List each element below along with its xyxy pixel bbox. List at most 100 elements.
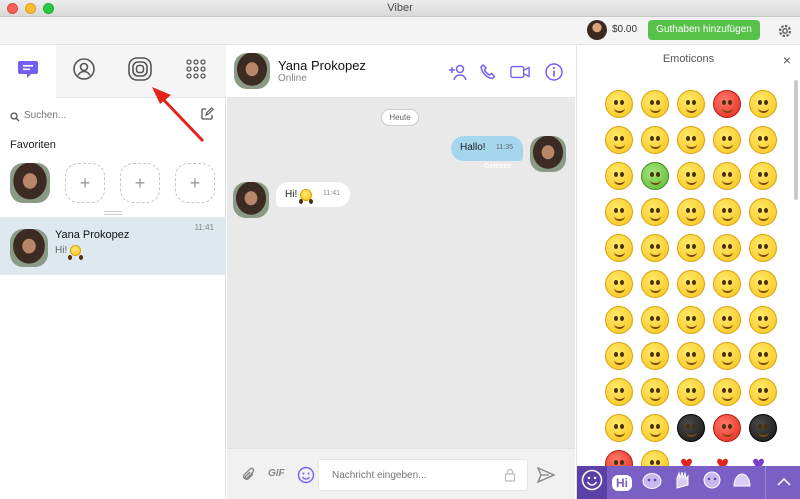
smug-emoji-icon[interactable] [673, 338, 709, 374]
conversation-header: Yana Prokopez Online [227, 45, 575, 98]
sad-emoji-icon[interactable] [601, 230, 637, 266]
sticker-icon [731, 470, 753, 495]
add-favorite-button[interactable]: + [120, 163, 160, 203]
message-input[interactable] [318, 459, 528, 491]
tearful-emoji-icon[interactable] [673, 374, 709, 410]
kiss-emoji-icon[interactable] [673, 266, 709, 302]
meh-emoji-icon[interactable] [745, 302, 781, 338]
surprised-emoji-icon[interactable] [673, 122, 709, 158]
smile-emoji-icon[interactable] [601, 86, 637, 122]
smirk-emoji-icon[interactable] [637, 194, 673, 230]
expand-tabs-button[interactable] [765, 466, 800, 499]
tab-sticker-pack-1[interactable] [637, 466, 667, 499]
message-text: Hallo! [460, 142, 486, 153]
teeth-emoji-icon[interactable] [709, 158, 745, 194]
tab-dialpad[interactable] [168, 45, 224, 98]
tired-emoji-icon[interactable] [637, 410, 673, 446]
tongue-out-emoji-icon[interactable] [673, 158, 709, 194]
neutral-emoji-icon[interactable] [637, 86, 673, 122]
worried-emoji-icon[interactable] [709, 194, 745, 230]
bored-emoji-icon[interactable] [709, 302, 745, 338]
ninja-emoji-icon[interactable] [673, 410, 709, 446]
close-icon[interactable]: × [783, 52, 791, 68]
gif-button[interactable]: GIF [268, 468, 285, 479]
music-emoji-icon[interactable] [709, 374, 745, 410]
laugh-emoji-icon[interactable] [637, 122, 673, 158]
tab-hi-stickers[interactable]: Hi [607, 466, 637, 499]
heart-eyes-emoji-icon[interactable] [745, 86, 781, 122]
rofl-emoji-icon[interactable] [637, 266, 673, 302]
cry-laugh-emoji-icon[interactable] [601, 266, 637, 302]
avatar [530, 136, 566, 172]
unamused-emoji-icon[interactable] [745, 194, 781, 230]
chat-list-item[interactable]: Yana Prokopez Hi! 11:41 [0, 217, 226, 275]
tab-public-accounts[interactable] [112, 45, 168, 98]
attachment-icon[interactable] [239, 465, 259, 485]
spiral-emoji-icon[interactable] [601, 302, 637, 338]
secret-lock-icon[interactable] [500, 465, 520, 485]
tab-sticker-pack-3[interactable] [697, 466, 727, 499]
read-receipt: Gelesen [484, 163, 512, 170]
avatar[interactable] [234, 53, 270, 89]
search-input[interactable] [24, 106, 194, 124]
nerd-emoji-icon[interactable] [673, 230, 709, 266]
tongue-emoji-icon[interactable] [601, 158, 637, 194]
vampire-emoji-icon[interactable] [601, 338, 637, 374]
tab-sticker-pack-2[interactable] [667, 466, 697, 499]
resize-handle[interactable] [104, 211, 122, 215]
plus-icon: + [79, 172, 91, 193]
sunglasses-emoji-icon[interactable] [745, 230, 781, 266]
spider-emoji-icon[interactable] [709, 410, 745, 446]
frown-emoji-icon[interactable] [745, 338, 781, 374]
big-grin-emoji-icon[interactable] [745, 266, 781, 302]
tab-sticker-pack-4[interactable] [727, 466, 757, 499]
phone-icon[interactable] [478, 62, 498, 82]
sick-emoji-icon[interactable] [637, 158, 673, 194]
compose-icon[interactable] [200, 107, 214, 126]
sly-emoji-icon[interactable] [745, 374, 781, 410]
emoji-icon[interactable] [296, 465, 316, 485]
hand-sticker-icon [672, 470, 692, 495]
add-favorite-button[interactable]: + [65, 163, 105, 203]
wink-emoji-icon[interactable] [673, 86, 709, 122]
happy-emoji-icon[interactable] [601, 122, 637, 158]
balance-label: $0.00 [612, 24, 638, 35]
contacts-icon [72, 57, 96, 86]
info-icon[interactable] [544, 62, 564, 82]
cat-mask-emoji-icon[interactable] [745, 410, 781, 446]
video-call-icon[interactable] [510, 62, 530, 82]
shock-emoji-icon[interactable] [637, 338, 673, 374]
pout-emoji-icon[interactable] [601, 410, 637, 446]
add-credit-button[interactable]: Guthaben hinzufügen [648, 20, 760, 40]
confused-emoji-icon[interactable] [709, 122, 745, 158]
smiley-icon [581, 469, 603, 496]
incoming-message[interactable]: Hi! 11:41 [276, 182, 350, 207]
add-participant-icon[interactable] [449, 62, 469, 82]
sleepy-emoji-icon[interactable] [709, 230, 745, 266]
dead-emoji-icon[interactable] [637, 302, 673, 338]
gear-icon[interactable] [774, 20, 796, 42]
favorite-contact-avatar[interactable] [10, 163, 50, 203]
squint-emoji-icon[interactable] [637, 374, 673, 410]
send-icon[interactable] [536, 465, 556, 485]
outgoing-message[interactable]: Hallo! 11:35 [451, 136, 523, 161]
date-divider: Heute [381, 109, 419, 126]
dizzy-emoji-icon[interactable] [637, 230, 673, 266]
grin-emoji-icon[interactable] [745, 122, 781, 158]
mad-emoji-icon[interactable] [601, 374, 637, 410]
avatar[interactable] [233, 182, 269, 218]
scrollbar[interactable] [794, 80, 798, 200]
cool-wink-emoji-icon[interactable] [673, 194, 709, 230]
hi-sticker-icon: Hi [612, 474, 632, 491]
blush-emoji-icon[interactable] [709, 266, 745, 302]
angry-emoji-icon[interactable] [709, 86, 745, 122]
tab-emoticons[interactable] [577, 466, 607, 499]
tab-contacts[interactable] [56, 45, 112, 98]
money-emoji-icon[interactable] [601, 194, 637, 230]
tab-chats[interactable] [0, 45, 56, 98]
cheeky-emoji-icon[interactable] [745, 158, 781, 194]
avatar[interactable] [587, 20, 607, 40]
relieved-emoji-icon[interactable] [673, 302, 709, 338]
eye-roll-emoji-icon[interactable] [709, 338, 745, 374]
add-favorite-button[interactable]: + [175, 163, 215, 203]
